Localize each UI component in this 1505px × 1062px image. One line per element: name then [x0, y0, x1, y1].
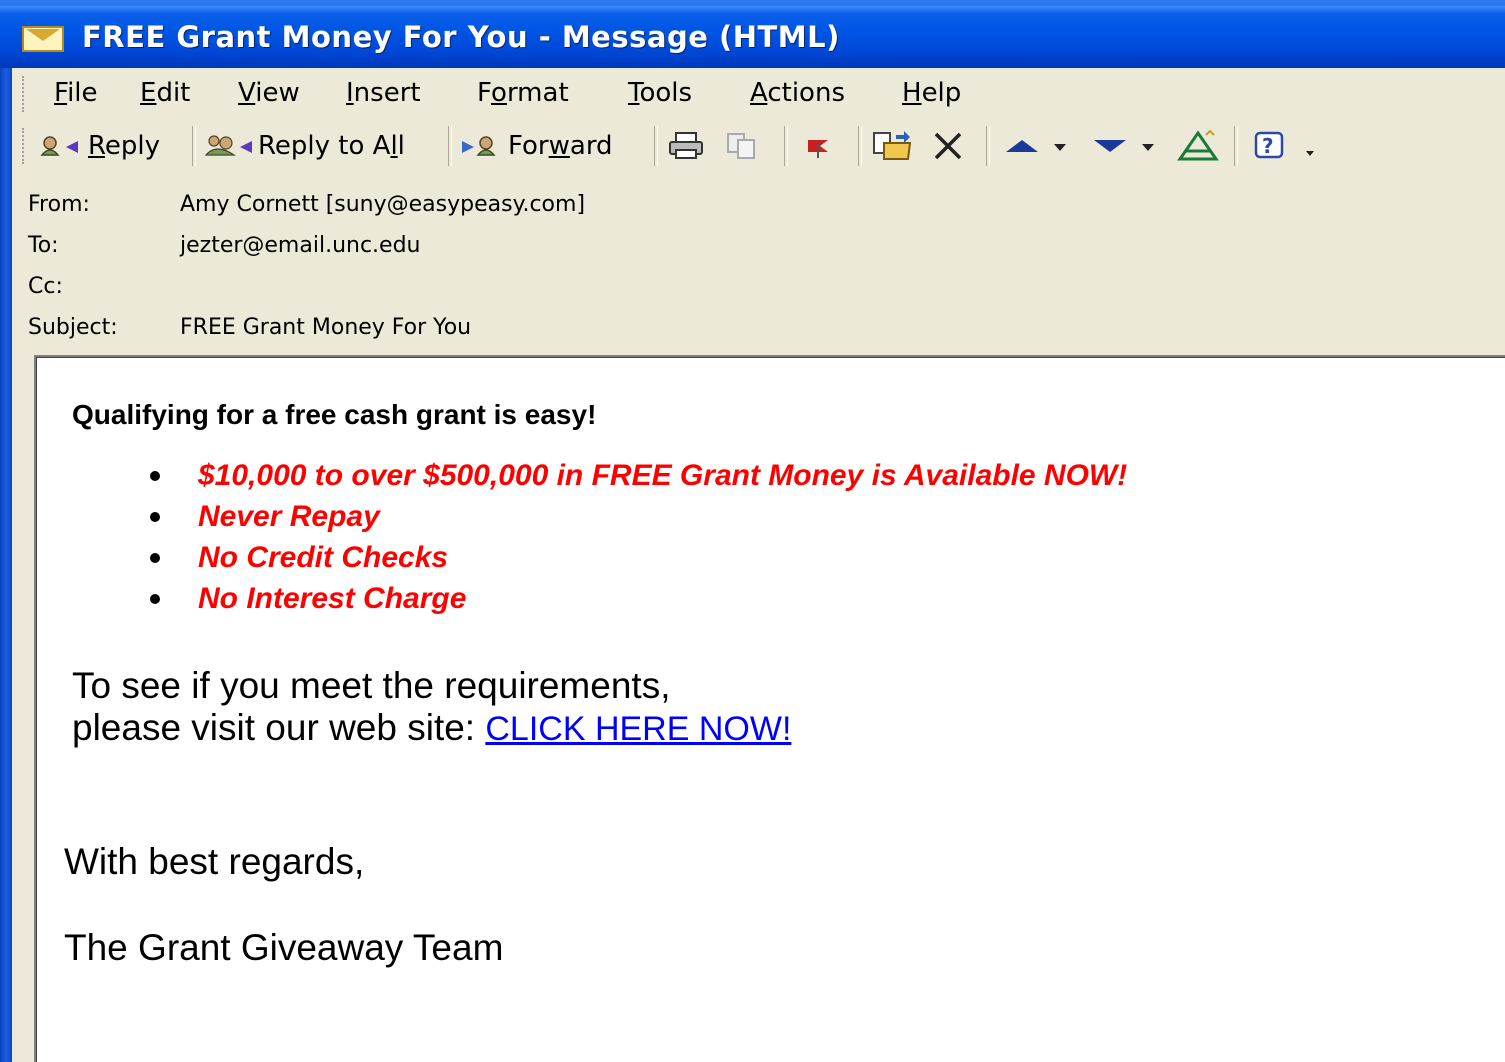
to-field[interactable]: jezter@email.unc.edu [180, 233, 421, 258]
menu-tools[interactable]: Tools [628, 78, 692, 108]
copy-button[interactable] [722, 126, 764, 166]
toolbar: Reply Reply to All Forward ? [12, 120, 1505, 174]
bullet-dot [150, 471, 160, 481]
cc-label: Cc: [28, 274, 63, 299]
toolbar-separator [858, 126, 862, 166]
list-item: Never Repay [148, 496, 1127, 537]
from-label: From: [28, 192, 90, 217]
move-to-folder-icon [873, 131, 912, 160]
signature-text: The Grant Giveaway Team [64, 927, 504, 968]
menu-insert[interactable]: Insert [346, 78, 421, 108]
menu-grip[interactable] [22, 76, 28, 112]
window-title: FREE Grant Money For You - Message (HTML… [82, 20, 840, 54]
print-icon [669, 132, 703, 159]
window-frame [0, 68, 12, 1062]
toolbar-separator [192, 126, 196, 166]
menu-view[interactable]: View [238, 78, 300, 108]
title-bar[interactable]: FREE Grant Money For You - Message (HTML… [0, 0, 1505, 68]
menu-actions[interactable]: Actions [750, 78, 845, 108]
menu-bar: File Edit View Insert Format Tools Actio… [12, 68, 1505, 120]
click-here-link[interactable]: CLICK HERE NOW! [485, 710, 791, 748]
next-item-icon [1094, 140, 1154, 152]
visit-text: please visit our web site: CLICK HERE NO… [72, 707, 792, 748]
previous-item-button[interactable] [1002, 126, 1076, 166]
bullet-dot [150, 594, 160, 604]
delete-icon [934, 132, 962, 160]
menu-help[interactable]: Help [902, 78, 961, 108]
list-item: No Interest Charge [148, 578, 1127, 619]
help-button[interactable]: ? [1248, 126, 1328, 166]
menu-edit[interactable]: Edit [140, 78, 190, 108]
reply-to-all-button[interactable]: Reply to All [204, 126, 405, 166]
flag-icon [808, 140, 828, 158]
reply-button[interactable]: Reply [38, 126, 160, 166]
offer-list: $10,000 to over $500,000 in FREE Grant M… [148, 455, 1127, 619]
next-item-button[interactable] [1090, 126, 1164, 166]
svg-text:?: ? [1262, 134, 1274, 158]
print-button[interactable] [666, 126, 708, 166]
toolbar-separator [1234, 126, 1238, 166]
bullet-dot [150, 512, 160, 522]
toolbar-separator [784, 126, 788, 166]
move-to-folder-button[interactable] [870, 126, 914, 166]
from-field[interactable]: Amy Cornett [suny@easypeasy.com] [180, 192, 585, 217]
subject-label: Subject: [28, 315, 118, 340]
address-book-button[interactable] [1176, 126, 1222, 166]
delete-button[interactable] [928, 126, 968, 166]
address-book-icon [1177, 129, 1219, 161]
toolbar-grip[interactable] [22, 128, 28, 164]
help-icon: ? [1254, 131, 1314, 159]
toolbar-separator [448, 126, 452, 166]
subject-field[interactable]: FREE Grant Money For You [180, 315, 471, 340]
forward-button[interactable]: Forward [458, 126, 613, 166]
menu-file[interactable]: File [54, 78, 98, 108]
envelope-icon [22, 26, 64, 52]
forward-icon [462, 136, 496, 156]
message-headline: Qualifying for a free cash grant is easy… [72, 399, 597, 430]
reply-icon [40, 136, 78, 156]
regards-text: With best regards, [64, 841, 365, 882]
bullet-dot [150, 553, 160, 563]
message-body[interactable]: Qualifying for a free cash grant is easy… [34, 355, 1505, 1062]
list-item: $10,000 to over $500,000 in FREE Grant M… [148, 455, 1127, 496]
requirements-text: To see if you meet the requirements, [72, 665, 671, 706]
previous-item-icon [1006, 140, 1066, 152]
toolbar-separator [986, 126, 990, 166]
toolbar-separator [654, 126, 658, 166]
menu-format[interactable]: Format [477, 78, 569, 108]
to-label: To: [28, 233, 59, 258]
list-item: No Credit Checks [148, 537, 1127, 578]
copy-icon [727, 133, 755, 159]
follow-up-flag-button[interactable] [798, 126, 838, 166]
reply-all-icon [204, 135, 252, 156]
